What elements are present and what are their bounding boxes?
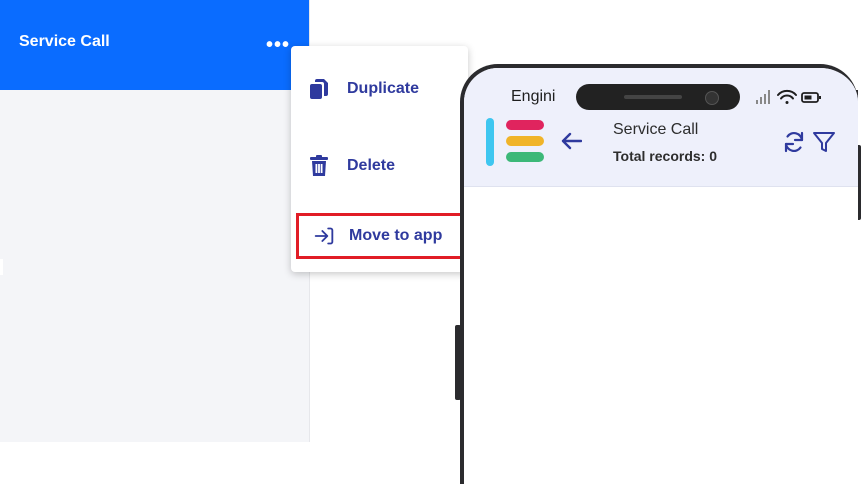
- status-carrier: Engini: [511, 88, 556, 105]
- phone-app-header: Engini Service Call Total records: 0: [464, 68, 858, 187]
- signal-icon: [756, 90, 770, 104]
- trash-icon: [310, 155, 328, 176]
- left-panel-header: Service Call •••: [0, 0, 309, 90]
- context-menu: Duplicate Delete Move to app: [291, 46, 468, 272]
- battery-icon: [801, 92, 821, 103]
- panel-title: Service Call: [19, 33, 110, 50]
- move-to-app-icon: [314, 227, 334, 245]
- filter-icon[interactable]: [812, 130, 836, 154]
- notch-speaker: [624, 95, 682, 99]
- menu-item-move-to-app[interactable]: Move to app: [296, 213, 463, 259]
- app-logo: [486, 118, 544, 166]
- back-arrow-icon[interactable]: [560, 132, 582, 150]
- menu-item-delete[interactable]: Delete: [291, 144, 468, 188]
- left-panel: Service Call •••: [0, 0, 310, 442]
- phone-app-title: Service Call: [613, 121, 699, 138]
- phone-notch: [576, 84, 740, 110]
- wifi-icon: [777, 89, 797, 104]
- panel-edge-marker: [0, 259, 3, 275]
- more-horizontal-icon[interactable]: •••: [266, 35, 290, 55]
- menu-item-duplicate[interactable]: Duplicate: [291, 67, 468, 111]
- phone-preview: Engini Service Call Total records: 0: [460, 64, 858, 484]
- record-count: Total records: 0: [613, 148, 717, 164]
- menu-item-label: Move to app: [349, 227, 443, 244]
- status-icons: [756, 89, 821, 104]
- camera-icon: [705, 91, 719, 105]
- menu-item-label: Duplicate: [347, 80, 420, 97]
- duplicate-icon: [310, 79, 328, 99]
- menu-item-label: Delete: [347, 157, 396, 174]
- refresh-icon[interactable]: [782, 130, 806, 154]
